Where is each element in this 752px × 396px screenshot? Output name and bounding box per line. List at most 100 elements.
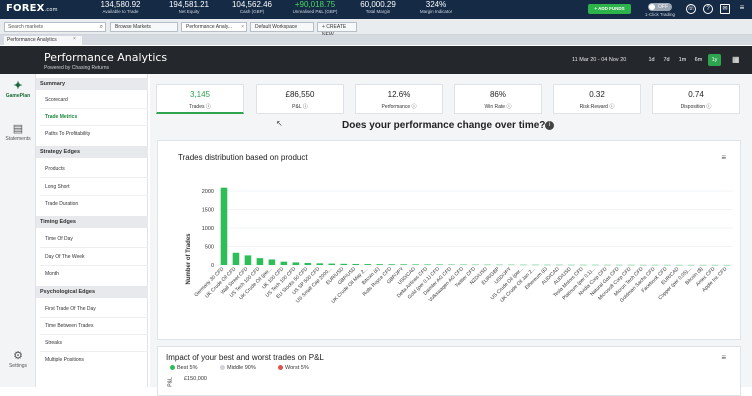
impact-menu-icon[interactable]: ≡ xyxy=(721,353,726,362)
nav-long-short[interactable]: Long Short xyxy=(36,184,148,190)
y-tick-label: 1500 xyxy=(202,208,214,214)
legend-middle[interactable]: Middle 90% xyxy=(220,365,256,371)
nav-products[interactable]: Products xyxy=(36,166,148,172)
legend-best[interactable]: Best 5% xyxy=(170,365,197,371)
nav-paths-to-profitability[interactable]: Paths To Profitability xyxy=(36,131,148,137)
kpi-card-performance[interactable]: 12.6%Performance ⓘ xyxy=(355,84,443,114)
create-new-tab-button[interactable]: + CREATE NEW xyxy=(317,22,357,32)
kpi-card-win-rate[interactable]: 86%Win Rate ⓘ xyxy=(454,84,542,114)
bar[interactable] xyxy=(269,259,276,265)
workspace-tab-bar: Search markets⌕ Browse Markets Performan… xyxy=(0,19,752,35)
bar[interactable] xyxy=(412,264,419,265)
period-1d-button[interactable]: 1d xyxy=(645,54,658,66)
nav-streaks[interactable]: Streaks xyxy=(36,340,148,346)
section-strategy-edges: Strategy Edges xyxy=(36,146,148,158)
help-icon[interactable]: ? xyxy=(703,4,713,14)
date-range[interactable]: 11 Mar 20 - 04 Nov 20 xyxy=(572,57,626,63)
bar[interactable] xyxy=(293,262,300,265)
nav-time-between-trades[interactable]: Time Between Trades xyxy=(36,323,148,329)
bar[interactable] xyxy=(317,263,324,265)
search-markets-input[interactable]: Search markets⌕ xyxy=(4,22,106,32)
section-timing-edges: Timing Edges xyxy=(36,216,148,228)
bar[interactable] xyxy=(328,264,335,265)
forex-logo[interactable]: FOREX.com xyxy=(6,3,58,14)
bar[interactable] xyxy=(400,264,407,265)
kpi-card-risk-reward[interactable]: 0.32Risk:Reward ⓘ xyxy=(553,84,641,114)
mail-icon[interactable]: ✉ xyxy=(720,4,730,14)
best-worst-impact-card: Impact of your best and worst trades on … xyxy=(157,346,741,396)
period-6m-button[interactable]: 6m xyxy=(692,54,705,66)
page-subtitle: Powered by Chasing Returns xyxy=(44,65,109,71)
panel-tab-performance-analytics[interactable]: Performance Analytics xyxy=(4,36,82,45)
close-tab-icon[interactable]: × xyxy=(241,23,244,31)
close-panel-icon[interactable]: × xyxy=(73,36,76,42)
nav-day-of-the-week[interactable]: Day Of The Week xyxy=(36,254,148,260)
tab-performance-analytics[interactable]: Performance Analy...× xyxy=(181,22,247,32)
bar[interactable] xyxy=(376,264,383,265)
tab-browse-markets[interactable]: Browse Markets xyxy=(110,22,178,32)
bar[interactable] xyxy=(245,255,252,265)
gameplan-icon: ✦ xyxy=(0,79,36,92)
one-click-trading-toggle[interactable]: OFF xyxy=(648,3,672,11)
section-question: Does your performance change over time? xyxy=(342,120,545,131)
nav-first-trade-of-the-day[interactable]: First Trade Of The Day xyxy=(36,306,148,312)
rail-item-settings[interactable]: ⚙Settings xyxy=(0,349,36,369)
bar[interactable] xyxy=(257,258,264,265)
bar[interactable] xyxy=(436,264,443,265)
rail-item-gameplan[interactable]: ✦GamePlan xyxy=(0,79,36,99)
performance-analytics-header: Performance Analytics Powered by Chasing… xyxy=(0,46,752,74)
legend-worst[interactable]: Worst 5% xyxy=(278,365,309,371)
calendar-icon[interactable]: ▦ xyxy=(732,55,740,64)
kpi-card-pl[interactable]: £86,550P&L ⓘ xyxy=(256,84,344,114)
period-1m-button[interactable]: 1m xyxy=(676,54,689,66)
bar[interactable] xyxy=(305,263,312,265)
metric-unrealised-pl: +90,018.75Unrealised P&L (GBP) xyxy=(284,1,346,15)
panel-tab-strip: Performance Analytics × xyxy=(0,35,752,45)
kpi-card-trades[interactable]: 3,145Trades ⓘ xyxy=(156,84,244,114)
bar[interactable] xyxy=(424,264,431,265)
y-tick-label: 0 xyxy=(211,263,214,269)
info-icon[interactable]: ⓘ xyxy=(506,104,511,110)
period-1y-button[interactable]: 1y xyxy=(708,54,721,66)
phone-icon[interactable]: ☏ xyxy=(686,4,696,14)
info-icon[interactable]: ⓘ xyxy=(206,104,211,110)
top-account-bar: FOREX.com 134,580.92Available to Trade 1… xyxy=(0,0,752,19)
nav-trade-metrics[interactable]: Trade Metrics xyxy=(36,114,148,120)
bar[interactable] xyxy=(340,264,347,265)
mouse-cursor: ↖ xyxy=(276,119,283,128)
rail-item-statements[interactable]: ▤Statements xyxy=(0,122,36,142)
info-icon[interactable]: ⓘ xyxy=(412,104,417,110)
metric-margin-indicator: 324%Margin Indicator xyxy=(408,1,464,15)
bar[interactable] xyxy=(388,264,395,265)
menu-icon[interactable]: ≡ xyxy=(737,4,747,14)
kpi-card-disposition[interactable]: 0.74Disposition ⓘ xyxy=(652,84,740,114)
nav-time-of-day[interactable]: Time Of Day xyxy=(36,236,148,242)
bar[interactable] xyxy=(233,253,240,265)
one-click-trading-label: 1-Click Trading xyxy=(645,12,675,17)
statements-icon: ▤ xyxy=(0,122,36,135)
metric-total-margin: 60,000.29Total Margin xyxy=(350,1,406,15)
info-icon[interactable]: i xyxy=(545,121,554,130)
toggle-knob xyxy=(649,4,655,10)
bar[interactable] xyxy=(364,264,371,265)
add-funds-button[interactable]: + ADD FUNDS xyxy=(588,4,631,14)
info-icon[interactable]: ⓘ xyxy=(303,104,308,110)
bar[interactable] xyxy=(221,188,228,265)
nav-trade-duration[interactable]: Trade Duration xyxy=(36,201,148,207)
impact-y-axis-title: P&L xyxy=(168,377,174,386)
nav-month[interactable]: Month xyxy=(36,271,148,277)
settings-gear-icon: ⚙ xyxy=(0,349,36,362)
period-7d-button[interactable]: 7d xyxy=(660,54,673,66)
search-icon[interactable]: ⌕ xyxy=(100,23,103,31)
info-icon[interactable]: ⓘ xyxy=(609,104,614,110)
info-icon[interactable]: ⓘ xyxy=(706,104,711,110)
toggle-label: OFF xyxy=(658,4,668,10)
bar[interactable] xyxy=(352,264,359,265)
analytics-main-panel: 3,145Trades ⓘ £86,550P&L ⓘ 12.6%Performa… xyxy=(150,74,752,387)
nav-multiple-positions[interactable]: Multiple Positions xyxy=(36,357,148,363)
bar[interactable] xyxy=(281,262,288,265)
analytics-side-nav: Summary Scorecard Trade Metrics Paths To… xyxy=(36,74,148,387)
tab-default-workspace[interactable]: Default Workspace xyxy=(250,22,314,32)
nav-scorecard[interactable]: Scorecard xyxy=(36,97,148,103)
trades-distribution-chart: Number of Trades 0500100015002000 German… xyxy=(158,141,742,341)
